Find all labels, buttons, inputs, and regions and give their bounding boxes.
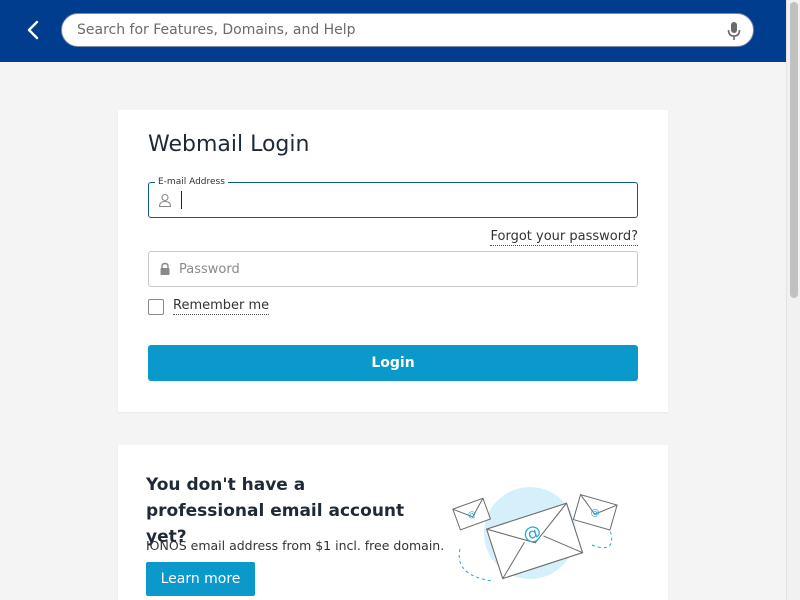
login-title: Webmail Login	[148, 132, 310, 157]
promo-card: You don't have a professional email acco…	[118, 445, 668, 600]
login-button[interactable]: Login	[148, 345, 638, 381]
forgot-password-link[interactable]: Forgot your password?	[490, 229, 638, 246]
text-caret	[181, 191, 182, 209]
promo-text: IONOS email address from $1 incl. free d…	[146, 538, 445, 553]
password-field[interactable]	[148, 251, 638, 287]
page-scrollbar[interactable]	[786, 0, 800, 600]
scrollbar-thumb[interactable]	[790, 2, 798, 298]
email-input[interactable]	[179, 183, 629, 217]
email-field[interactable]: E-mail Address	[148, 176, 638, 218]
chevron-left-icon	[27, 20, 39, 40]
lock-icon	[160, 262, 170, 275]
password-input[interactable]	[179, 252, 629, 286]
user-icon	[158, 193, 172, 207]
remember-me-checkbox[interactable]	[148, 298, 164, 315]
remember-me[interactable]: Remember me	[148, 298, 270, 315]
email-envelopes-illustration: @ @ @	[452, 487, 618, 582]
microphone-icon[interactable]	[727, 21, 741, 41]
learn-more-button[interactable]: Learn more	[146, 562, 255, 596]
remember-me-label[interactable]: Remember me	[173, 298, 270, 315]
login-card: Webmail Login E-mail Address Forgot your…	[118, 110, 668, 412]
search-box[interactable]	[61, 13, 754, 47]
top-bar	[0, 0, 786, 62]
back-button[interactable]	[20, 16, 46, 44]
search-input[interactable]	[77, 14, 717, 46]
